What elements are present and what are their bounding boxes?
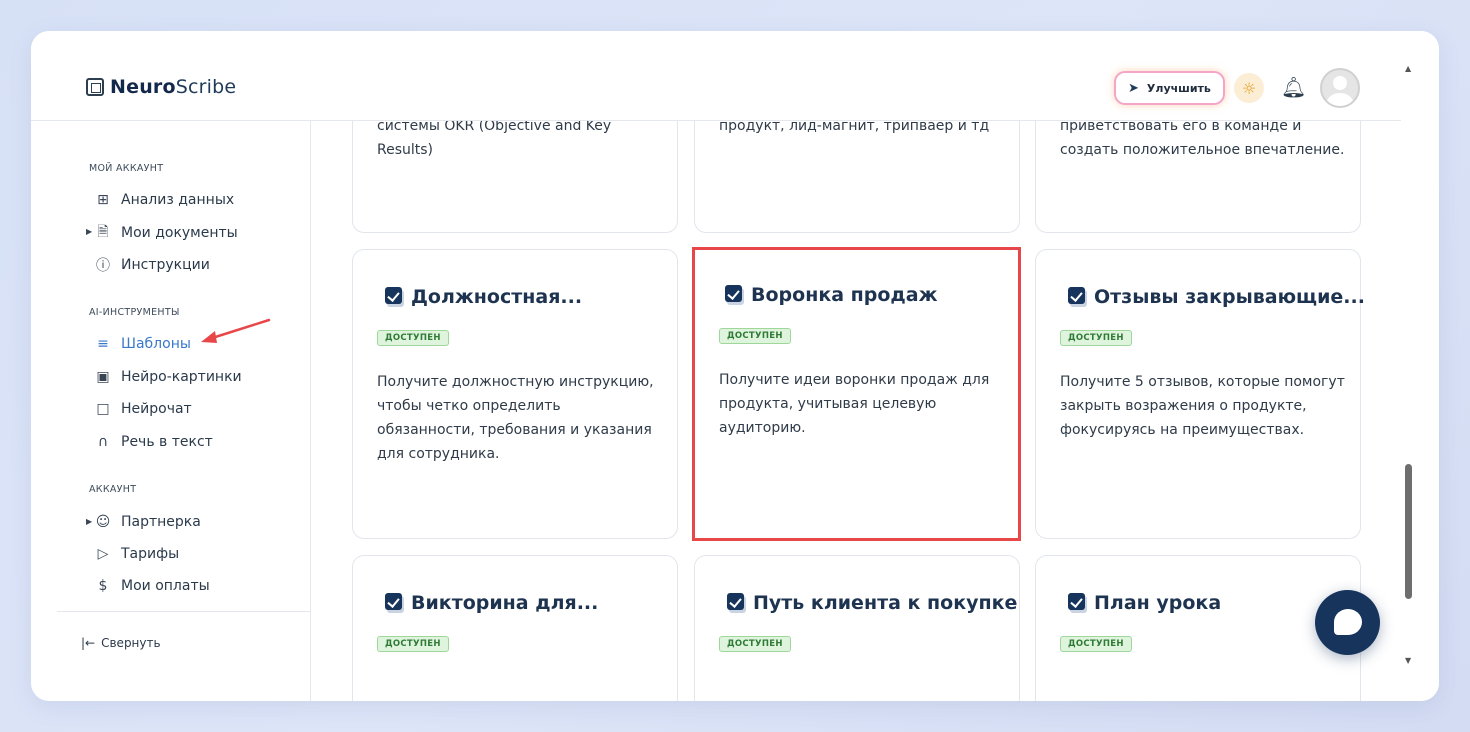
status-badge: ДОСТУПЕН [1060,636,1132,652]
card-title-text: Отзывы закрывающие... [1094,286,1365,308]
logo-icon [86,78,104,96]
card-description: Получите идеи воронки продаж для продукт… [719,372,990,436]
card-title: Должностная... [385,286,582,308]
template-card-quiz[interactable]: Викторина для... ДОСТУПЕН [352,555,678,701]
card-title: Путь клиента к покупке [727,592,1017,614]
card-title-text: Воронка продаж [751,284,938,306]
scrollbar-thumb[interactable] [1405,464,1412,599]
sidebar-item-partner[interactable]: ☺ Партнерка [95,511,201,533]
template-card-sales-funnel[interactable]: Воронка продаж ДОСТУПЕН Получите идеи во… [692,247,1021,541]
status-badge: ДОСТУПЕН [1060,330,1132,346]
card-title: Воронка продаж [725,284,938,306]
checkbox-icon [385,287,403,307]
template-card-job-description[interactable]: Должностная... ДОСТУПЕН Получите должнос… [352,249,678,539]
card-title-text: Путь клиента к покупке [753,592,1018,614]
sidebar-item-data-analysis[interactable]: ⊞ Анализ данных [95,189,234,211]
sidebar-item-label: Мои оплаты [121,578,210,594]
template-card-lesson-plan[interactable]: План урока ДОСТУПЕН [1035,555,1361,701]
sidebar: МОЙ АККАУНТ ⊞ Анализ данных ▶ 🗎︎ Мои док… [57,121,311,701]
card-description: Получите должностную инструкцию, чтобы ч… [377,374,654,462]
upgrade-button[interactable]: ➤ Улучшить [1116,73,1223,103]
card-title: Викторина для... [385,592,598,614]
sidebar-item-label: Инструкции [121,257,210,273]
sidebar-item-neuro-chat[interactable]: □ Нейрочат [95,398,192,420]
card-title: План урока [1068,592,1221,614]
grid-icon: ⊞ [97,192,109,208]
status-badge: ДОСТУПЕН [377,330,449,346]
collapse-icon: |← [81,636,96,650]
checkbox-icon [1068,593,1086,613]
card-description: Получите 5 отзывов, которые помогут закр… [1060,374,1345,438]
sidebar-item-my-payments[interactable]: $ Мои оплаты [95,575,210,597]
status-badge: ДОСТУПЕН [719,636,791,652]
card-title-text: Викторина для... [411,592,599,614]
sidebar-item-speech-to-text[interactable]: ∩ Речь в текст [95,431,213,453]
status-badge: ДОСТУПЕН [377,636,449,652]
app-logo[interactable]: NeuroScribe [86,76,236,98]
section-title-account: АККАУНТ [89,484,137,495]
rocket-icon: ➤ [1128,80,1139,96]
logo-light-text: Scribe [175,76,237,98]
sidebar-item-label: Мои документы [121,225,238,241]
scroll-down-icon[interactable]: ▼ [1405,656,1411,665]
card-description: приветствовать его в команде и создать п… [1060,118,1345,158]
sidebar-item-neuro-images[interactable]: ▣ Нейро-картинки [95,366,242,388]
scrollbar[interactable] [1401,31,1439,701]
section-title-my-account: МОЙ АККАУНТ [89,163,164,174]
collapse-label: Свернуть [101,636,161,650]
card-title-text: План урока [1094,592,1222,614]
caret-right-icon[interactable]: ▶ [86,517,92,526]
template-card-reviews[interactable]: Отзывы закрывающие... ДОСТУПЕН Получите … [1035,249,1365,539]
bell-icon[interactable]: 🔔︎ [1281,75,1306,99]
checkbox-icon [1068,287,1086,307]
checkbox-icon [727,593,745,613]
collapse-button[interactable]: |← Свернуть [81,636,161,650]
document-icon: 🗎︎ [97,224,109,240]
annotation-arrow [201,318,271,343]
divider [57,611,311,612]
help-circle-icon: ⓘ [96,258,110,274]
headphones-icon: ∩ [97,434,109,450]
logo-bold-text: Neuro [110,76,176,98]
template-card-customer-journey[interactable]: Путь клиента к покупке ДОСТУПЕН [694,555,1020,701]
sidebar-item-label: Нейрочат [121,401,192,417]
sidebar-item-label: Нейро-картинки [121,369,242,385]
chat-widget-button[interactable] [1315,590,1380,655]
sidebar-item-label: Анализ данных [121,192,235,208]
card-title: Отзывы закрывающие... [1068,286,1365,308]
sidebar-item-tariffs[interactable]: ▷ Тарифы [95,543,180,565]
users-icon: ☺ [95,514,111,530]
avatar[interactable] [1320,68,1360,108]
card-title-text: Должностная... [411,286,583,308]
card-description: системы OKR (Objective and Key Results) [377,118,612,158]
scroll-up-icon[interactable]: ▲ [1405,64,1411,73]
dollar-icon: $ [98,578,108,594]
upgrade-label: Улучшить [1146,81,1211,95]
top-header: NeuroScribe ➤ Улучшить ☼ 🔔︎ [31,31,1401,121]
layers-icon: ≡ [97,336,109,352]
sidebar-item-templates[interactable]: ≡ Шаблоны [95,333,191,355]
chat-icon: □ [96,401,110,417]
sidebar-item-label: Партнерка [121,514,201,530]
tag-icon: ▷ [97,546,109,562]
sidebar-item-instructions[interactable]: ⓘ Инструкции [95,254,210,276]
image-icon: ▣ [96,369,110,385]
templates-grid: системы OKR (Objective and Key Results) … [312,31,1401,701]
status-badge: ДОСТУПЕН [719,328,791,344]
section-title-ai-tools: AI-ИНСТРУМЕНТЫ [89,307,180,318]
sidebar-item-label: Речь в текст [121,434,213,450]
sidebar-item-my-documents[interactable]: 🗎︎ Мои документы [95,222,238,244]
sidebar-item-label: Шаблоны [121,336,191,352]
sidebar-item-label: Тарифы [121,546,180,562]
caret-right-icon[interactable]: ▶ [86,227,92,236]
checkbox-icon [725,285,743,305]
checkbox-icon [385,593,403,613]
theme-toggle-sun-icon[interactable]: ☼ [1234,73,1264,103]
app-window: системы OKR (Objective and Key Results) … [31,31,1439,701]
